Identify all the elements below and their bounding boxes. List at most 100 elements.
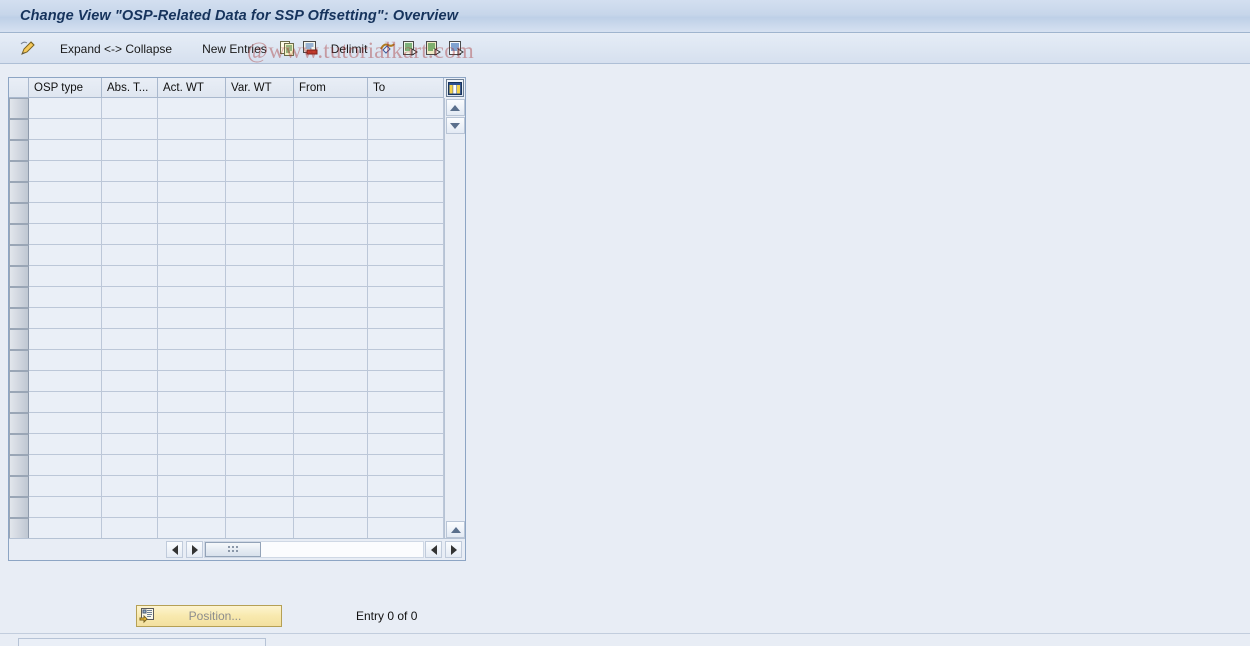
table-cell-from[interactable] xyxy=(294,266,368,287)
table-cell-var-wt[interactable] xyxy=(226,119,294,140)
table-cell-from[interactable] xyxy=(294,203,368,224)
row-selector-cell[interactable] xyxy=(9,434,29,455)
table-cell-abs-type[interactable] xyxy=(102,119,158,140)
table-row[interactable] xyxy=(9,497,446,518)
table-row[interactable] xyxy=(9,119,446,140)
row-selector-cell[interactable] xyxy=(9,266,29,287)
table-cell-var-wt[interactable] xyxy=(226,161,294,182)
table-row[interactable] xyxy=(9,413,446,434)
row-selector-cell[interactable] xyxy=(9,350,29,371)
table-cell-var-wt[interactable] xyxy=(226,224,294,245)
cancel-button[interactable] xyxy=(376,38,399,60)
grid-column-header-act-wt[interactable]: Act. WT xyxy=(158,78,226,98)
table-cell-var-wt[interactable] xyxy=(226,392,294,413)
table-cell-from[interactable] xyxy=(294,476,368,497)
details-button[interactable] xyxy=(445,38,468,60)
table-cell-from[interactable] xyxy=(294,308,368,329)
delimit-button[interactable]: Delimit xyxy=(322,38,377,60)
table-cell-osp-type[interactable] xyxy=(29,119,102,140)
table-row[interactable] xyxy=(9,140,446,161)
table-cell-abs-type[interactable] xyxy=(102,518,158,538)
table-cell-act-wt[interactable] xyxy=(158,245,226,266)
table-cell-from[interactable] xyxy=(294,350,368,371)
table-cell-var-wt[interactable] xyxy=(226,245,294,266)
table-cell-to[interactable] xyxy=(368,182,444,203)
table-cell-to[interactable] xyxy=(368,392,444,413)
table-cell-abs-type[interactable] xyxy=(102,476,158,497)
table-row[interactable] xyxy=(9,161,446,182)
table-cell-osp-type[interactable] xyxy=(29,140,102,161)
table-cell-var-wt[interactable] xyxy=(226,182,294,203)
table-cell-osp-type[interactable] xyxy=(29,518,102,538)
table-cell-var-wt[interactable] xyxy=(226,140,294,161)
table-cell-osp-type[interactable] xyxy=(29,161,102,182)
scroll-up-icon[interactable] xyxy=(445,99,465,116)
row-selector-cell[interactable] xyxy=(9,413,29,434)
table-cell-act-wt[interactable] xyxy=(158,350,226,371)
table-cell-from[interactable] xyxy=(294,182,368,203)
table-cell-var-wt[interactable] xyxy=(226,329,294,350)
table-cell-osp-type[interactable] xyxy=(29,98,102,119)
table-cell-var-wt[interactable] xyxy=(226,455,294,476)
table-cell-from[interactable] xyxy=(294,329,368,350)
table-row[interactable] xyxy=(9,182,446,203)
table-cell-act-wt[interactable] xyxy=(158,497,226,518)
table-cell-osp-type[interactable] xyxy=(29,434,102,455)
table-cell-abs-type[interactable] xyxy=(102,182,158,203)
row-selector-cell[interactable] xyxy=(9,371,29,392)
scroll-right-icon[interactable] xyxy=(186,541,203,558)
table-cell-to[interactable] xyxy=(368,203,444,224)
table-cell-from[interactable] xyxy=(294,392,368,413)
table-cell-var-wt[interactable] xyxy=(226,98,294,119)
table-cell-var-wt[interactable] xyxy=(226,413,294,434)
table-cell-act-wt[interactable] xyxy=(158,413,226,434)
previous-entry-button[interactable] xyxy=(399,38,422,60)
edit-button[interactable] xyxy=(16,38,39,60)
row-selector-cell[interactable] xyxy=(9,329,29,350)
table-cell-to[interactable] xyxy=(368,371,444,392)
table-row[interactable] xyxy=(9,392,446,413)
row-selector-cell[interactable] xyxy=(9,119,29,140)
copy-as-button[interactable] xyxy=(276,38,299,60)
table-cell-to[interactable] xyxy=(368,434,444,455)
table-cell-osp-type[interactable] xyxy=(29,287,102,308)
table-cell-abs-type[interactable] xyxy=(102,308,158,329)
table-cell-abs-type[interactable] xyxy=(102,245,158,266)
grid-column-header-row-selector[interactable] xyxy=(9,78,29,98)
table-cell-act-wt[interactable] xyxy=(158,98,226,119)
table-cell-var-wt[interactable] xyxy=(226,371,294,392)
scroll-up-icon-bottom[interactable] xyxy=(446,521,465,538)
table-cell-osp-type[interactable] xyxy=(29,350,102,371)
table-cell-to[interactable] xyxy=(368,308,444,329)
table-cell-osp-type[interactable] xyxy=(29,266,102,287)
table-row[interactable] xyxy=(9,308,446,329)
table-cell-abs-type[interactable] xyxy=(102,203,158,224)
expand-collapse-button[interactable]: Expand <-> Collapse xyxy=(51,38,181,60)
table-cell-to[interactable] xyxy=(368,245,444,266)
table-cell-from[interactable] xyxy=(294,287,368,308)
table-cell-from[interactable] xyxy=(294,413,368,434)
table-cell-from[interactable] xyxy=(294,140,368,161)
table-cell-act-wt[interactable] xyxy=(158,329,226,350)
table-cell-from[interactable] xyxy=(294,119,368,140)
row-selector-cell[interactable] xyxy=(9,518,29,538)
table-cell-from[interactable] xyxy=(294,497,368,518)
table-cell-to[interactable] xyxy=(368,497,444,518)
row-selector-cell[interactable] xyxy=(9,98,29,119)
row-selector-cell[interactable] xyxy=(9,287,29,308)
table-cell-to[interactable] xyxy=(368,224,444,245)
row-selector-cell[interactable] xyxy=(9,497,29,518)
table-row[interactable] xyxy=(9,434,446,455)
table-cell-abs-type[interactable] xyxy=(102,266,158,287)
scroll-left-icon[interactable] xyxy=(166,541,183,558)
vertical-scrollbar[interactable] xyxy=(444,98,465,558)
table-cell-abs-type[interactable] xyxy=(102,98,158,119)
table-cell-to[interactable] xyxy=(368,98,444,119)
table-cell-osp-type[interactable] xyxy=(29,476,102,497)
table-row[interactable] xyxy=(9,98,446,119)
table-cell-abs-type[interactable] xyxy=(102,392,158,413)
table-cell-var-wt[interactable] xyxy=(226,308,294,329)
position-button[interactable]: Position... xyxy=(136,605,282,627)
table-cell-osp-type[interactable] xyxy=(29,182,102,203)
row-selector-cell[interactable] xyxy=(9,182,29,203)
